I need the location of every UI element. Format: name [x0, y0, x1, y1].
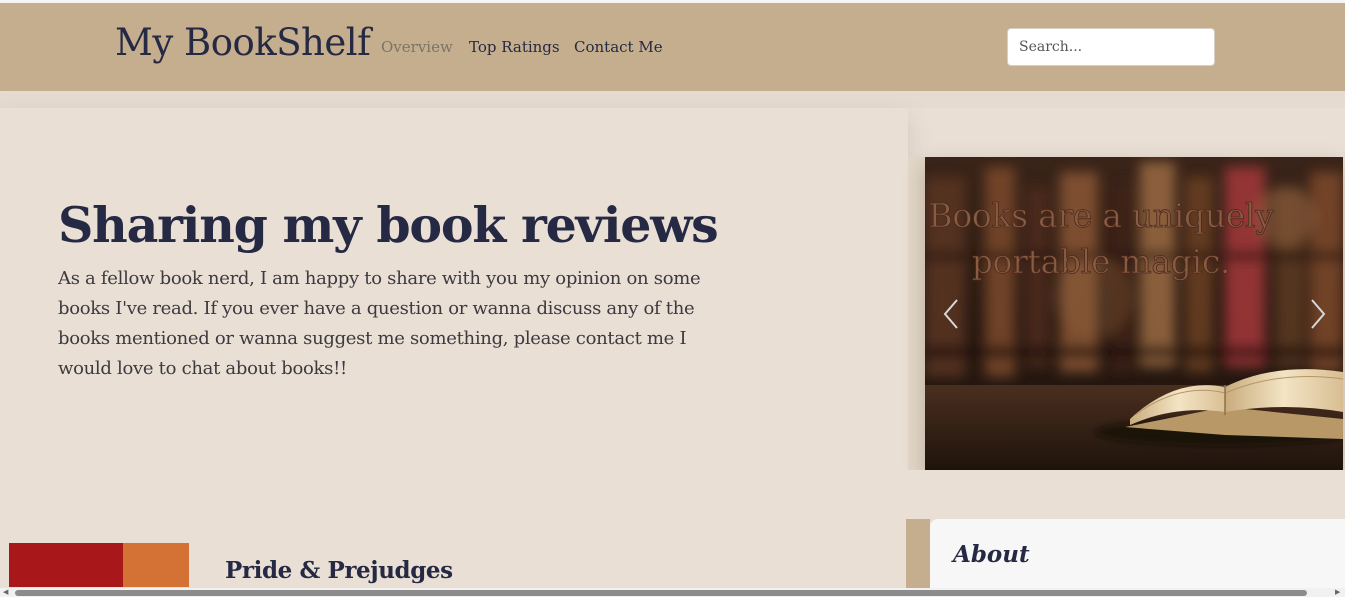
hero-section: Sharing my book reviews As a fellow book… — [0, 108, 908, 470]
navbar: My BookShelf Overview Top Ratings Contac… — [0, 3, 1345, 91]
chevron-right-icon — [1311, 299, 1326, 329]
nav-link-top-ratings[interactable]: Top Ratings — [469, 38, 560, 56]
hero-title: Sharing my book reviews — [58, 196, 719, 254]
nav-link-overview[interactable]: Overview — [381, 38, 453, 56]
about-heading: About — [953, 541, 1030, 568]
carousel-quote: Books are a uniquely portable magic. — [928, 196, 1274, 282]
brand-logo[interactable]: My BookShelf — [115, 21, 371, 64]
book-cover-right — [123, 543, 189, 587]
carousel-gutter — [908, 157, 925, 470]
image-carousel: Books are a uniquely portable magic. — [925, 157, 1343, 470]
book-title[interactable]: Pride & Prejudges — [225, 557, 453, 584]
horizontal-scrollbar[interactable]: ◀ ▶ — [0, 588, 1345, 597]
search-input[interactable] — [1007, 28, 1215, 66]
scrollbar-thumb[interactable] — [15, 590, 1307, 596]
book-cover-left — [9, 543, 123, 587]
about-card: About — [930, 519, 1345, 589]
hero-description: As a fellow book nerd, I am happy to sha… — [58, 268, 701, 379]
nav-link-contact-me[interactable]: Contact Me — [574, 38, 663, 56]
carousel-next-button[interactable] — [1306, 295, 1330, 333]
chevron-left-icon — [943, 299, 958, 329]
carousel-prev-button[interactable] — [939, 295, 963, 333]
scroll-left-icon[interactable]: ◀ — [3, 589, 8, 596]
scroll-right-icon[interactable]: ▶ — [1335, 589, 1340, 596]
header-spacer — [0, 91, 1345, 108]
book-cover-image[interactable] — [9, 543, 189, 587]
about-accent-strip — [906, 519, 930, 589]
